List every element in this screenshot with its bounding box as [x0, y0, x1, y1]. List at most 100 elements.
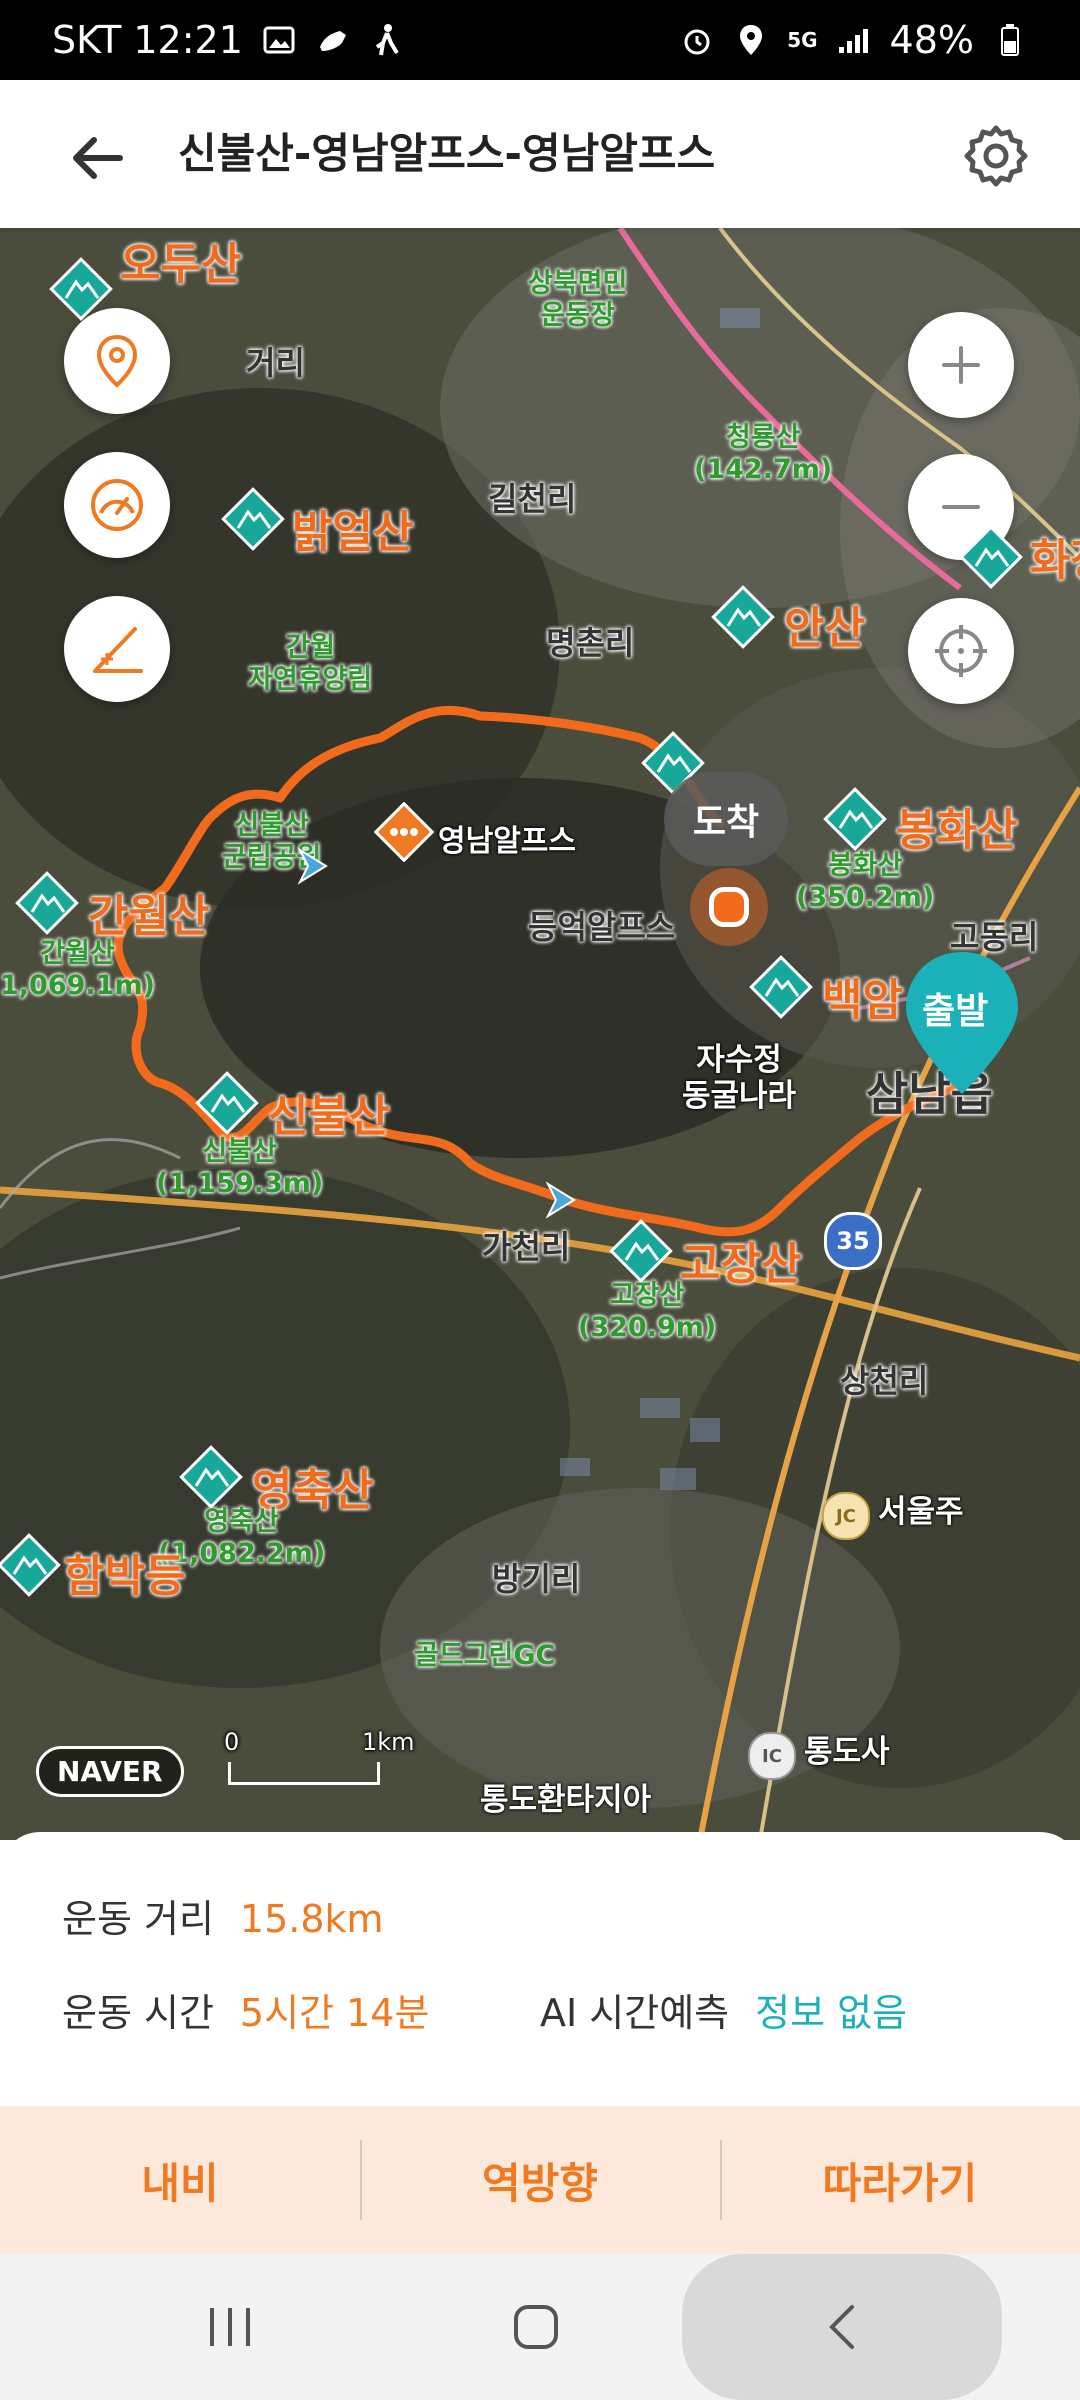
place-jasujeong: 자수정 동굴나라 — [682, 1042, 797, 1114]
settings-button[interactable] — [960, 120, 1032, 192]
recenter-button[interactable] — [908, 598, 1014, 704]
start-label: 출발 — [922, 991, 989, 1032]
direction-arrow-icon — [545, 1181, 576, 1219]
home-icon — [514, 2305, 558, 2349]
peak-label-ansan: 안산 — [784, 603, 865, 654]
ai-row: AI 시간예측 정보 없음 — [540, 1982, 907, 2037]
waypoint-label: 영남알프스 — [438, 824, 576, 859]
place-tongdo-fantasy: 통도환타지아 — [480, 1782, 652, 1818]
home-button[interactable] — [486, 2276, 586, 2378]
waypoint-marker[interactable] — [373, 801, 435, 863]
distance-label: 운동 거리 — [62, 1897, 214, 1941]
location-icon — [733, 22, 769, 58]
place-golf: 골드그린GC — [414, 1640, 556, 1671]
town-label: 상천리 — [840, 1362, 929, 1400]
road-35-badge: 35 — [824, 1212, 882, 1270]
distance-value: 15.8km — [239, 1897, 384, 1941]
peak-label-bonghwasan: 봉화산 — [896, 805, 1018, 856]
mountain-icon — [0, 1533, 61, 1597]
time-label: 운동 시간 — [62, 1991, 214, 2035]
mountain-icon — [749, 955, 813, 1019]
mountain-icon — [195, 1071, 259, 1135]
signal-icon — [836, 22, 872, 58]
place-cheongryongsan: 청룡산 (142.7m) — [694, 422, 833, 485]
time-row: 운동 시간 5시간 14분 — [62, 1982, 429, 2037]
battery-icon — [992, 22, 1028, 58]
peak-marker-sinbulsan[interactable] — [192, 1068, 262, 1138]
town-label: 명촌리 — [546, 624, 635, 662]
peak-label-odusan: 오두산 — [120, 239, 242, 290]
route-arrow — [296, 846, 330, 886]
peak-marker-ansan[interactable] — [708, 582, 778, 652]
app-header: 신불산-영남알프스-영남알프스 — [0, 80, 1080, 228]
town-label: 가천리 — [482, 1228, 571, 1266]
mountain-icon — [179, 1445, 243, 1509]
town-label: 방기리 — [492, 1560, 581, 1598]
system-nav-bar — [0, 2254, 1080, 2400]
scale-zero: 0 — [224, 1728, 240, 1756]
back-nav-button[interactable] — [682, 2254, 1002, 2400]
battery-percent: 48% — [889, 18, 974, 62]
mountain-icon — [959, 525, 1023, 589]
mountain-icon — [15, 871, 79, 935]
place-tongdosa-ic: 통도사 — [804, 1734, 890, 1770]
mountain-icon — [49, 257, 113, 321]
peak-label-ganwolsan: 간월산 — [88, 891, 210, 942]
speed-button[interactable] — [64, 452, 170, 558]
mountain-icon — [609, 1219, 673, 1283]
naver-logo: NAVER — [36, 1746, 184, 1797]
map-view[interactable]: 오두산 밝얼산 간월산 간월산 1,069.1m) 신불산 신불산 (1,159… — [0, 228, 1080, 1840]
mountain-icon — [221, 487, 285, 551]
zoom-in-button[interactable] — [908, 312, 1014, 418]
elevation-button[interactable] — [64, 596, 170, 702]
speedometer-icon — [91, 479, 143, 531]
peak-marker-gojangsan[interactable] — [606, 1216, 676, 1286]
recent-apps-icon — [210, 2308, 250, 2346]
scale-km: 1km — [362, 1728, 415, 1756]
peak-marker-hwajangsan[interactable] — [956, 522, 1026, 592]
dots-icon — [373, 801, 435, 863]
network-type: 5G — [787, 28, 818, 52]
recent-apps-button[interactable] — [180, 2276, 280, 2378]
walker-icon — [369, 22, 405, 58]
direction-arrow-icon — [297, 847, 328, 885]
peak-label-sinbulsan: 신불산 — [268, 1091, 390, 1142]
place-ganwol-forest: 간월 자연휴양림 — [248, 632, 373, 695]
time-value: 5시간 14분 — [239, 1991, 430, 2035]
peak-label-hambakdeung: 함박등 — [64, 1551, 186, 1602]
distance-row: 운동 거리 15.8km — [62, 1888, 384, 1943]
reverse-button[interactable]: 역방향 — [360, 2106, 720, 2254]
back-button[interactable] — [62, 122, 134, 194]
chevron-left-icon — [829, 2305, 854, 2349]
peak-marker-hambakdeung[interactable] — [0, 1530, 64, 1600]
navi-button[interactable]: 내비 — [0, 2106, 360, 2254]
peak-marker-bonghwasan[interactable] — [820, 784, 890, 854]
peak-marker-baegam[interactable] — [746, 952, 816, 1022]
map-pin-icon — [96, 334, 138, 388]
peak-label-hwajangsan: 화장 — [1030, 535, 1080, 586]
route-arrow — [544, 1180, 578, 1220]
follow-button[interactable]: 따라가기 — [720, 2106, 1080, 2254]
peak-marker-odusan[interactable] — [46, 254, 116, 324]
ic-badge: IC — [748, 1732, 796, 1780]
mountain-icon — [711, 585, 775, 649]
ai-label: AI 시간예측 — [540, 1991, 730, 2035]
peak-marker-yeongchuksan[interactable] — [176, 1442, 246, 1512]
shoe-icon — [315, 22, 351, 58]
action-bar: 내비 역방향 따라가기 — [0, 2106, 1080, 2254]
current-position-marker — [690, 868, 768, 946]
peak-elev-ganwolsan: 간월산 1,069.1m) — [0, 938, 155, 1001]
peak-label-baegam: 백암 — [822, 975, 903, 1026]
peak-elev-gojangsan: 고장산 (320.9m) — [578, 1280, 717, 1343]
ai-value: 정보 없음 — [755, 1991, 908, 2035]
peak-marker-bargeolsan[interactable] — [218, 484, 288, 554]
peak-label-bargeolsan: 밝얼산 — [292, 507, 414, 558]
jc-badge: JC — [822, 1492, 870, 1540]
gear-icon — [964, 125, 1028, 187]
carrier-time: SKT 12:21 — [52, 18, 243, 62]
arrive-bubble: 도착 — [664, 772, 788, 866]
place-sangbuk-stadium: 상북면민 운동장 — [528, 268, 628, 331]
mountain-icon — [823, 787, 887, 851]
town-label: 등억알프스 — [528, 908, 676, 946]
peak-marker-ganwolsan[interactable] — [12, 868, 82, 938]
